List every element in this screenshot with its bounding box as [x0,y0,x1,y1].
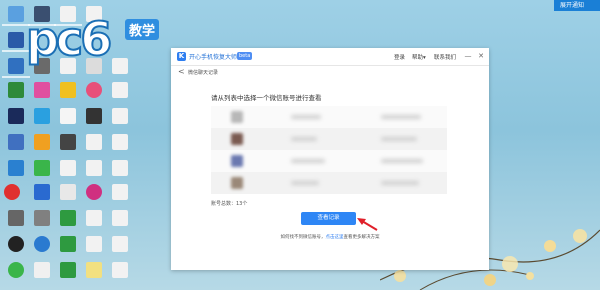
desktop-app-icon[interactable] [34,210,50,226]
hint-link[interactable]: 点击这里 [326,235,344,240]
desktop-file-icon[interactable] [112,210,128,226]
blurred-account-id [381,137,417,141]
desktop-file-icon[interactable] [112,82,128,98]
desktop-app-icon[interactable] [8,236,24,252]
watermark-tag: 教学 [125,19,160,40]
desktop-app-icon[interactable] [8,58,24,74]
desktop-file-icon[interactable] [112,236,128,252]
desktop-app-icon[interactable] [60,236,76,252]
desktop-app-icon[interactable] [60,82,76,98]
desktop-file-icon[interactable] [60,108,76,124]
desktop-app-icon[interactable] [34,108,50,124]
desktop-app-icon[interactable] [8,32,24,48]
desktop-app-icon[interactable] [60,210,76,226]
desktop-app-icon[interactable] [34,184,50,200]
desktop-app-icon[interactable] [34,236,50,252]
chevron-down-icon: ▾ [423,55,426,61]
desktop-app-icon[interactable] [60,262,76,278]
section-title: 微信聊天记录 [188,70,219,76]
watermark-brand: pc6 [25,11,113,67]
account-count: 账号总数：13个 [211,201,248,207]
desktop-app-icon[interactable] [8,210,24,226]
desktop-app-icon[interactable] [8,134,24,150]
account-row[interactable] [211,106,447,128]
contact-link[interactable]: 联系我们 [434,53,456,61]
desktop-app-icon[interactable] [34,134,50,150]
desktop-app-icon[interactable] [8,6,24,22]
blurred-account-id [381,181,419,185]
desktop-app-icon[interactable] [86,82,102,98]
desktop-file-icon[interactable] [60,160,76,176]
desktop-file-icon[interactable] [86,134,102,150]
desktop-file-icon[interactable] [112,160,128,176]
sub-header: < 微信聊天记录 [171,66,489,78]
desktop-app-icon[interactable] [86,184,102,200]
view-records-button[interactable]: 查看记录 [301,212,356,225]
hint-suffix: 查看更多解决方案 [343,235,380,240]
avatar [231,133,243,145]
avatar [231,155,243,167]
notification-bar[interactable]: 展开通知 [554,0,600,11]
desktop-app-icon[interactable] [8,108,24,124]
minimize-icon[interactable]: — [463,51,473,61]
version-badge: beta [237,52,253,60]
desktop-app-icon[interactable] [34,82,50,98]
desktop-file-icon[interactable] [112,184,128,200]
desktop-app-icon[interactable] [4,184,20,200]
desktop-app-icon[interactable] [34,262,50,278]
desktop-file-icon[interactable] [60,184,76,200]
desktop-app-icon[interactable] [8,262,24,278]
watermark-logo: pc6 教学 [25,11,166,72]
app-logo-icon: K [177,52,186,61]
recovery-app-window: K 开心手机恢复大师 beta 登录 帮助▾ 联系我们 — ✕ < 微信聊天记录… [171,48,489,270]
blurred-account-name [291,137,317,141]
desktop-app-icon[interactable] [86,108,102,124]
login-link[interactable]: 登录 [394,53,405,61]
hint-prefix: 如何找不到微信账号， [280,235,326,240]
blurred-account-name [291,115,321,119]
notification-label: 展开通知 [560,2,585,9]
desktop-file-icon[interactable] [86,236,102,252]
account-list [211,106,447,194]
app-title: 开心手机恢复大师 [189,54,238,61]
avatar [231,111,243,123]
desktop-file-icon[interactable] [112,134,128,150]
desktop-app-icon[interactable] [8,160,24,176]
help-menu[interactable]: 帮助▾ [412,53,426,61]
blurred-account-name [291,159,325,163]
desktop-file-icon[interactable] [86,262,102,278]
account-row[interactable] [211,128,447,150]
desktop-file-icon[interactable] [86,160,102,176]
blurred-account-id [381,159,423,163]
desktop-icon-label [2,76,30,78]
account-row[interactable] [211,172,447,194]
avatar [231,177,243,189]
back-arrow-icon[interactable]: < [178,67,185,77]
account-row[interactable] [211,150,447,172]
help-hint: 如何找不到微信账号，点击这里查看更多解决方案 [171,234,489,240]
desktop-file-icon[interactable] [112,108,128,124]
desktop-file-icon[interactable] [86,210,102,226]
help-menu-label: 帮助 [412,55,424,61]
blurred-account-id [381,115,421,119]
desktop-file-icon[interactable] [112,262,128,278]
desktop-app-icon[interactable] [8,82,24,98]
blurred-account-name [291,181,319,185]
desktop-app-icon[interactable] [60,134,76,150]
red-arrow-annotation [357,218,378,231]
close-icon[interactable]: ✕ [476,51,486,61]
desktop-app-icon[interactable] [34,160,50,176]
title-bar: K 开心手机恢复大师 beta 登录 帮助▾ 联系我们 — ✕ [171,48,489,66]
select-account-prompt: 请从列表中选择一个微信账号进行查看 [211,94,322,102]
